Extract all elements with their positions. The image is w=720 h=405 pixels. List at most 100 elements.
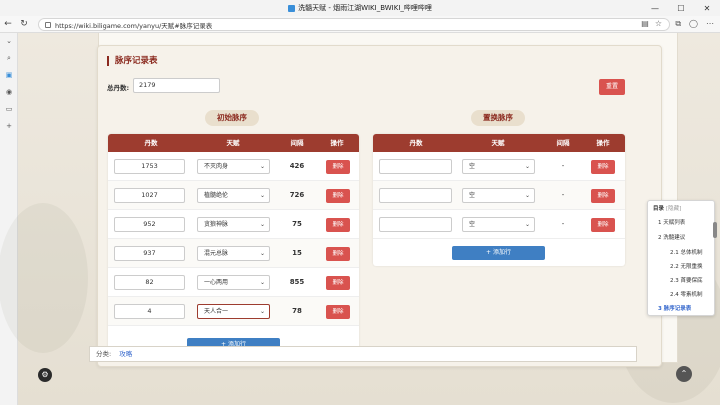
delete-row-button[interactable]: 删除 — [326, 247, 350, 261]
talent-select[interactable]: 不灭肉身 ⌄ — [197, 159, 270, 174]
chevron-down-icon: ⌄ — [524, 163, 530, 170]
header-talent: 天赋 — [226, 139, 240, 147]
back-arrow-icon[interactable]: ← — [0, 19, 16, 29]
toc-hide-link[interactable]: [隐藏] — [666, 206, 681, 212]
add-row-button[interactable]: + 添加行 — [452, 246, 545, 260]
notes-icon[interactable]: ▭ — [0, 101, 18, 118]
category-label: 分类: — [96, 350, 112, 358]
header-gap: 间隔 — [556, 139, 570, 147]
delete-row-button[interactable]: 删除 — [591, 218, 615, 232]
address-bar[interactable]: https://wiki.biligame.com/yanyu/天赋#脉序记录表 — [38, 18, 670, 31]
dan-input[interactable]: 82 — [114, 275, 185, 290]
table-row: 空 ⌄ - 删除 — [373, 210, 625, 239]
delete-row-button[interactable]: 删除 — [326, 218, 350, 232]
delete-row-button[interactable]: 删除 — [326, 276, 350, 290]
gap-value: - — [561, 191, 565, 199]
more-menu-icon[interactable]: ⋯ — [706, 19, 714, 29]
window-controls: — ☐ ✕ — [642, 0, 720, 16]
collections-icon[interactable]: ⧉ — [675, 19, 681, 29]
gap-value: 855 — [289, 278, 305, 286]
settings-gear-icon[interactable]: ⚙ — [38, 368, 52, 382]
delete-row-button[interactable]: 删除 — [591, 160, 615, 174]
address-bar-actions: ▤ ☆ — [641, 19, 662, 28]
toc-item[interactable]: 2.2 无限重换 — [670, 262, 703, 270]
table-row: 82 一心两用 ⌄ 855 删除 — [108, 268, 359, 297]
toc-item[interactable]: 2.4 零素机制 — [670, 290, 703, 298]
dan-input[interactable]: 952 — [114, 217, 185, 232]
dan-input[interactable]: 1753 — [114, 159, 185, 174]
initial-sequence-tag: 初始脉序 — [205, 110, 259, 126]
chevron-down-icon[interactable]: ⌄ — [0, 33, 18, 50]
dan-input[interactable] — [379, 217, 452, 232]
delete-row-button[interactable]: 删除 — [326, 189, 350, 203]
background-decoration — [0, 203, 88, 353]
delete-row-button[interactable]: 删除 — [326, 160, 350, 174]
toc-item[interactable]: 2.1 总体机制 — [670, 248, 703, 256]
profile-icon[interactable]: ◯ — [689, 19, 698, 29]
toc-title: 目录 [隐藏] — [653, 204, 681, 212]
dan-input[interactable] — [379, 188, 452, 203]
talent-select[interactable]: 空 ⌄ — [462, 188, 535, 203]
window-title-text: 洗髓天赋 - 烟雨江湖WIKI_BWIKI_哔哩哔哩 — [298, 4, 432, 12]
dan-input[interactable]: 1027 — [114, 188, 185, 203]
talent-select[interactable]: 植髓绝伦 ⌄ — [197, 188, 270, 203]
page-scrollbar-thumb[interactable] — [713, 222, 717, 238]
browser-toolbar: ← ↻ https://wiki.biligame.com/yanyu/天赋#脉… — [0, 16, 720, 33]
talent-select-value: 贪狼神脉 — [204, 221, 229, 228]
talent-select-value: 植髓绝伦 — [204, 192, 229, 199]
talent-select[interactable]: 空 ⌄ — [462, 217, 535, 232]
reset-button[interactable]: 重置 — [599, 79, 625, 95]
chevron-down-icon: ⌄ — [259, 192, 265, 199]
reader-icon[interactable]: ▤ — [641, 19, 649, 28]
gap-value: 15 — [292, 249, 302, 257]
add-icon[interactable]: + — [0, 118, 18, 135]
delete-row-button[interactable]: 删除 — [326, 305, 350, 319]
toc-item[interactable]: 1 天赋列表 — [658, 218, 685, 226]
talent-select-value: 一心两用 — [204, 279, 229, 286]
delete-row-button[interactable]: 删除 — [591, 189, 615, 203]
talent-select[interactable]: 空 ⌄ — [462, 159, 535, 174]
toc-item-active[interactable]: 3 脉序记录表 — [658, 304, 691, 312]
dan-input[interactable]: 937 — [114, 246, 185, 261]
initial-sequence-table: 丹数 天赋 间隔 操作 1753 不灭肉身 ⌄ 426 删除 1027 植髓绝伦 ⌄… — [108, 134, 359, 356]
favorite-star-icon[interactable]: ☆ — [655, 19, 662, 28]
toc-item[interactable]: 2 洗髓建议 — [658, 233, 685, 241]
talent-select-value: 空 — [469, 163, 476, 170]
chevron-down-icon: ⌄ — [259, 221, 265, 228]
games-icon[interactable]: ◉ — [0, 84, 18, 101]
window-title: 洗髓天赋 - 烟雨江湖WIKI_BWIKI_哔哩哔哩 — [288, 3, 432, 13]
gap-value: - — [561, 162, 565, 170]
table-of-contents: 目录 [隐藏] 1 天赋列表 2 洗髓建议 2.1 总体机制 2.2 无限重换 … — [647, 200, 715, 316]
meridian-record-card: 脉序记录表 总丹数: 2179 重置 初始脉序 置换脉序 丹数 天赋 间隔 操作… — [97, 45, 662, 367]
category-link[interactable]: 攻略 — [119, 350, 132, 358]
talent-select-value: 天人合一 — [204, 308, 229, 315]
browser-tools: ⧉ ◯ ⋯ — [675, 19, 714, 29]
chevron-down-icon: ⌄ — [259, 163, 265, 170]
talent-select[interactable]: 混元总脉 ⌄ — [197, 246, 270, 261]
dan-input[interactable] — [379, 159, 452, 174]
toc-item[interactable]: 2.3 首要保底 — [670, 276, 703, 284]
minimize-icon[interactable]: — — [642, 0, 668, 16]
dan-input[interactable]: 4 — [114, 304, 185, 319]
header-gap: 间隔 — [290, 139, 304, 147]
talent-select[interactable]: 天人合一 ⌄ — [197, 304, 270, 319]
total-dan-label: 总丹数: — [107, 84, 130, 92]
search-icon[interactable]: ⌕ — [0, 50, 18, 67]
maximize-icon[interactable]: ☐ — [668, 0, 694, 16]
shopping-icon[interactable]: ▣ — [0, 67, 18, 84]
total-dan-input[interactable]: 2179 — [133, 78, 220, 93]
chevron-down-icon: ⌄ — [259, 250, 265, 257]
swap-sequence-tag: 置换脉序 — [471, 110, 525, 126]
gap-value: 726 — [289, 191, 305, 199]
category-bar: 分类: 攻略 — [89, 346, 637, 362]
url-text: https://wiki.biligame.com/yanyu/天赋#脉序记录表 — [55, 21, 213, 30]
talent-select[interactable]: 一心两用 ⌄ — [197, 275, 270, 290]
talent-select-value: 不灭肉身 — [204, 163, 229, 170]
table-row: 1027 植髓绝伦 ⌄ 726 删除 — [108, 181, 359, 210]
talent-select[interactable]: 贪狼神脉 ⌄ — [197, 217, 270, 232]
table-row: 空 ⌄ - 删除 — [373, 152, 625, 181]
close-window-icon[interactable]: ✕ — [694, 0, 720, 16]
chevron-down-icon: ⌄ — [259, 308, 265, 315]
refresh-icon[interactable]: ↻ — [16, 19, 32, 29]
back-to-top-icon[interactable]: ⌃ — [676, 366, 692, 382]
